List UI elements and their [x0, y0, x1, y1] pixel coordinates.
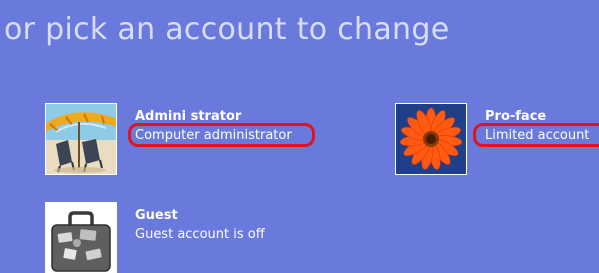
account-status: Guest account is off [135, 227, 265, 242]
user-accounts-panel: or pick an account to change Admini stra… [0, 0, 599, 273]
highlight-ring-pro-face [473, 123, 599, 147]
account-guest[interactable]: Guest Guest account is off [45, 202, 315, 273]
account-picture-beach-chairs[interactable] [45, 103, 117, 175]
beach-chairs-picture [46, 104, 116, 174]
orange-flower-picture [396, 104, 466, 174]
account-name: Guest [135, 208, 178, 223]
account-name: Admini strator [135, 109, 242, 124]
suitcase-picture [46, 203, 116, 273]
account-picture-orange-flower[interactable] [395, 103, 467, 175]
account-picture-suitcase[interactable] [45, 202, 117, 273]
account-name: Pro-face [485, 109, 547, 124]
page-heading: or pick an account to change [4, 12, 450, 47]
highlight-ring-administrator [128, 123, 315, 147]
